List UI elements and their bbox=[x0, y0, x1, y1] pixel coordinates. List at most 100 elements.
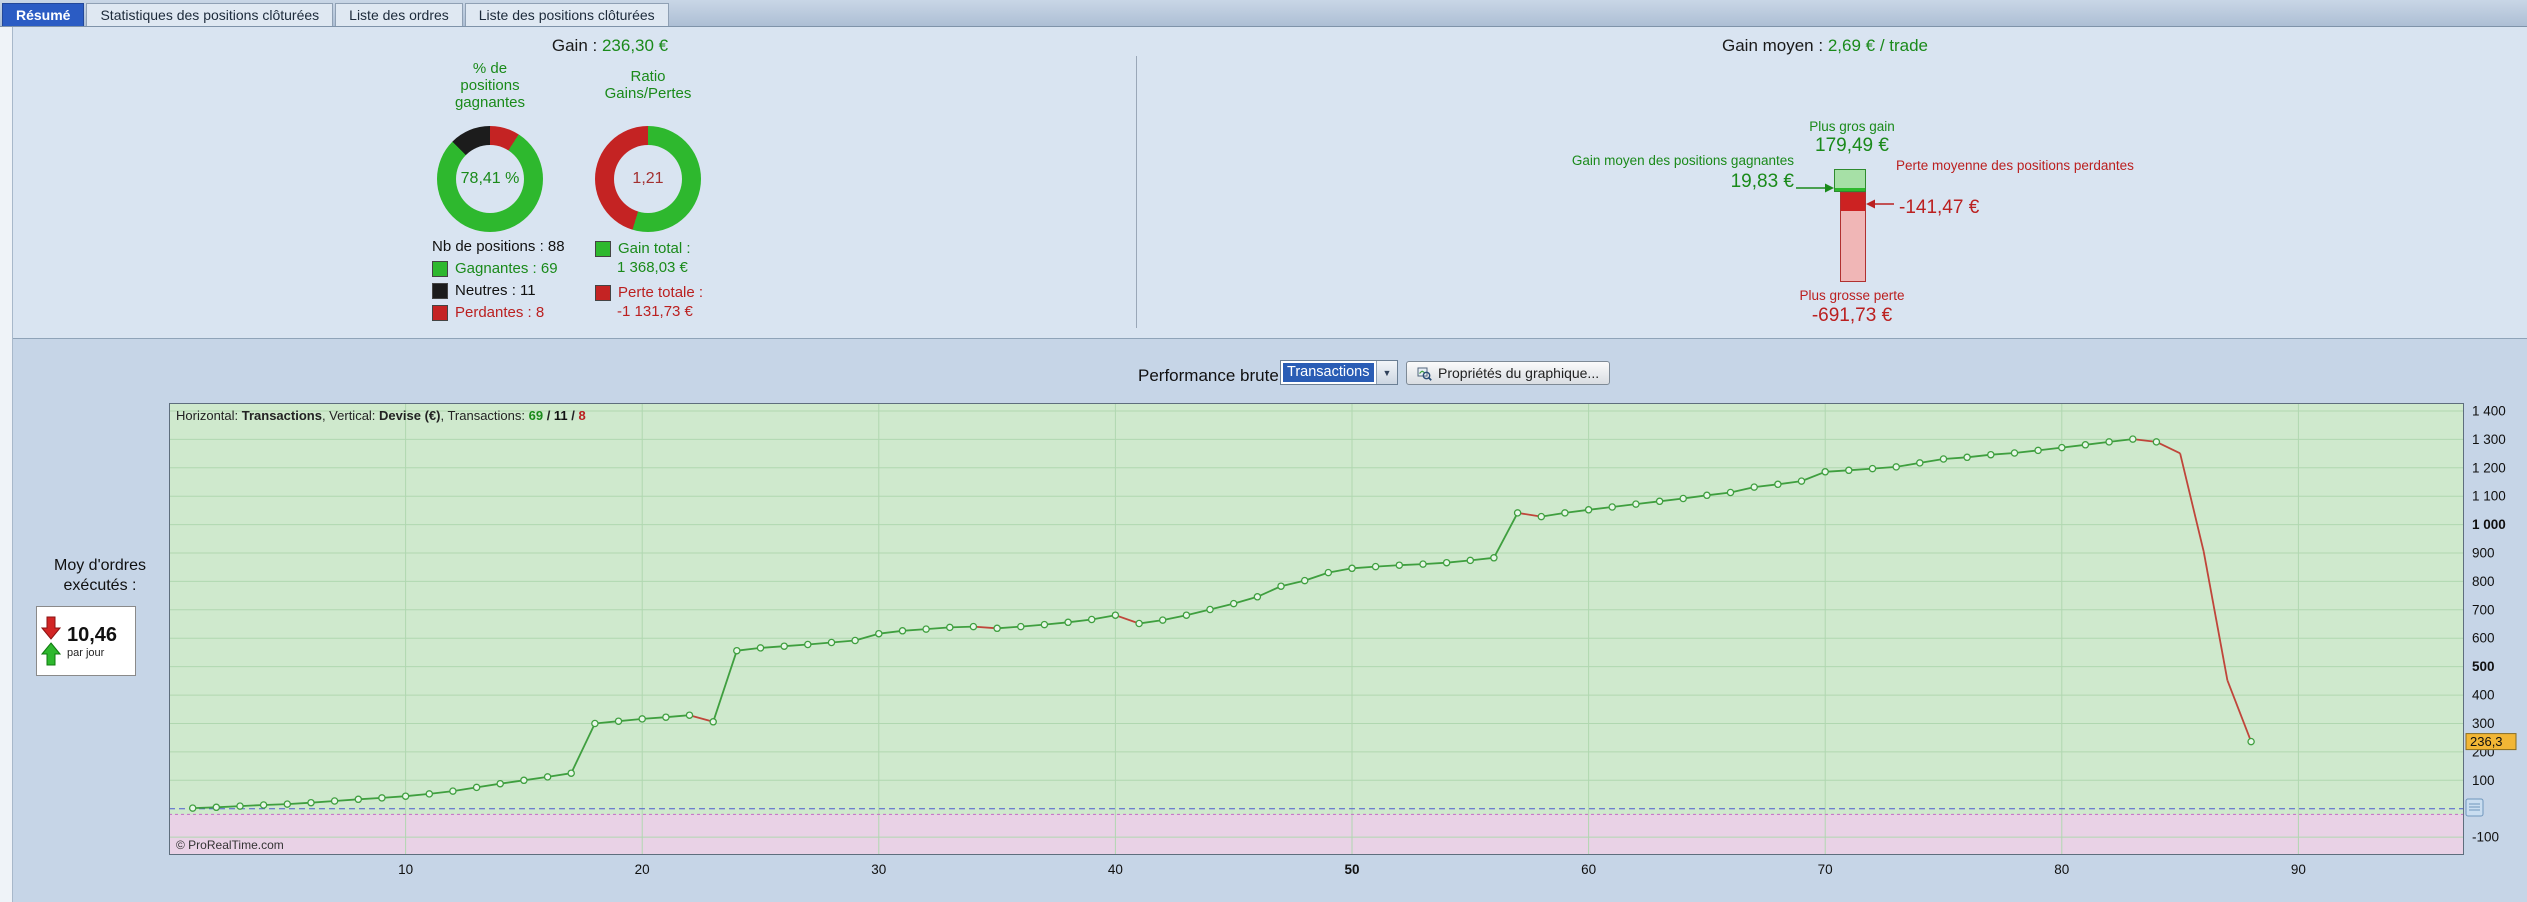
svg-text:60: 60 bbox=[1581, 862, 1596, 877]
avg-gain-strip bbox=[1835, 188, 1865, 191]
win-rate-donut: 78,41 % bbox=[437, 126, 543, 232]
svg-text:-100: -100 bbox=[2472, 830, 2499, 845]
total-gain-value: 1 368,03 € bbox=[617, 259, 688, 276]
chart-mode-select[interactable]: Transactions ▼ bbox=[1280, 360, 1398, 385]
tab-closed-positions-statistics[interactable]: Statistiques des positions clôturées bbox=[86, 3, 334, 26]
svg-text:70: 70 bbox=[1818, 862, 1833, 877]
svg-text:236,3: 236,3 bbox=[2470, 734, 2503, 749]
chart-info-part: , Vertical: bbox=[321, 408, 380, 423]
neutral-color-swatch bbox=[432, 282, 448, 299]
svg-text:1 400: 1 400 bbox=[2472, 404, 2506, 419]
average-gain-line: Gain moyen : 2,69 € / trade bbox=[1615, 36, 2035, 56]
chart-info-part: Devise (€) bbox=[379, 408, 441, 423]
avg-loss-label: Perte moyenne des positions perdantes bbox=[1896, 158, 2134, 173]
tab-resume[interactable]: Résumé bbox=[2, 3, 85, 26]
performance-chart[interactable]: 1 400 1 300 1 200 1 100 1 000 900 800 700 600 500… bbox=[169, 403, 2527, 883]
orders-rate-box: 10,46 par jour bbox=[36, 606, 136, 676]
total-loss-value: -1 131,73 € bbox=[617, 303, 693, 320]
stats-divider bbox=[1136, 56, 1137, 328]
svg-text:30: 30 bbox=[871, 862, 886, 877]
chart-info-part: Transactions bbox=[241, 408, 322, 423]
max-loss-value: -691,73 € bbox=[1811, 305, 1893, 326]
legend-item-losers: Perdantes : 8 bbox=[432, 304, 565, 321]
chart-properties-label: Propriétés du graphique... bbox=[1438, 365, 1600, 381]
average-gain-label: Gain moyen : bbox=[1721, 36, 1824, 55]
svg-text:1 300: 1 300 bbox=[2472, 432, 2506, 447]
svg-text:600: 600 bbox=[2472, 631, 2495, 646]
total-gain-label: Gain total : bbox=[618, 240, 691, 257]
chart-info-part: Horizontal: bbox=[176, 408, 242, 423]
svg-text:1 100: 1 100 bbox=[2472, 489, 2506, 504]
avg-win-value: 19,83 € bbox=[1730, 171, 1794, 192]
svg-text:400: 400 bbox=[2472, 688, 2495, 703]
max-loss-label: Plus grosse perte bbox=[1799, 288, 1905, 303]
losers-color-swatch bbox=[432, 304, 448, 321]
gain-line: Gain : 236,30 € bbox=[410, 36, 810, 56]
chart-info-part: , Transactions: bbox=[440, 408, 529, 423]
neutral-label: Neutres : 11 bbox=[455, 282, 536, 299]
svg-text:10: 10 bbox=[398, 862, 413, 877]
average-gain-value: 2,69 € / trade bbox=[1827, 36, 1929, 55]
gain-value: 236,30 € bbox=[601, 36, 669, 55]
chart-properties-button[interactable]: Propriétés du graphique... bbox=[1406, 361, 1611, 385]
avg-loss-strip bbox=[1841, 193, 1865, 211]
totals-legend: Gain total : 1 368,03 € Perte totale : -… bbox=[595, 238, 703, 328]
max-gain-bar bbox=[1834, 169, 1866, 192]
max-loss-bar bbox=[1840, 192, 1866, 282]
svg-text:900: 900 bbox=[2472, 546, 2495, 561]
avg-win-label: Gain moyen des positions gagnantes bbox=[1571, 153, 1794, 168]
win-rate-value: 78,41 % bbox=[460, 170, 520, 187]
magnifier-icon bbox=[1417, 367, 1432, 381]
win-donut-title: % de positions gagnantes bbox=[454, 60, 526, 111]
svg-text:80: 80 bbox=[2054, 862, 2069, 877]
tab-bar: Résumé Statistiques des positions clôtur… bbox=[0, 0, 2527, 27]
tab-orders-list[interactable]: Liste des ordres bbox=[335, 3, 463, 26]
total-loss-label: Perte totale : bbox=[618, 284, 704, 301]
winners-color-swatch bbox=[432, 260, 448, 277]
left-edge-panel bbox=[0, 27, 13, 902]
avg-loss-value: -141,47 € bbox=[1899, 197, 1980, 218]
ratio-donut-title: Ratio Gains/Pertes bbox=[604, 68, 692, 102]
positions-legend: Nb de positions : 88 Gagnantes : 69 Neut… bbox=[432, 238, 565, 321]
svg-text:100: 100 bbox=[2472, 773, 2495, 788]
svg-text:1 200: 1 200 bbox=[2472, 460, 2506, 475]
chart-info-part: / bbox=[567, 408, 579, 423]
gain-arrow-icon bbox=[1796, 183, 1834, 193]
total-gain-swatch bbox=[595, 240, 611, 257]
chart-copyright: © ProRealTime.com bbox=[176, 838, 284, 852]
svg-text:300: 300 bbox=[2472, 716, 2495, 731]
total-loss-swatch bbox=[595, 284, 611, 301]
orders-rate-value: 10,46 bbox=[67, 623, 118, 646]
losers-label: Perdantes : 8 bbox=[455, 304, 545, 321]
summary-stats-panel: Gain : 236,30 € % de positions gagnantes… bbox=[13, 27, 2527, 339]
ratio-value: 1,21 bbox=[632, 170, 664, 187]
gain-label: Gain : bbox=[551, 36, 598, 55]
chevron-down-icon[interactable]: ▼ bbox=[1376, 361, 1397, 384]
legend-item-winners: Gagnantes : 69 bbox=[432, 260, 565, 277]
max-gain-label: Plus gros gain bbox=[1809, 119, 1895, 134]
svg-text:500: 500 bbox=[2472, 659, 2495, 674]
legend-item-neutral: Neutres : 11 bbox=[432, 282, 565, 299]
chart-info-part: 8 bbox=[578, 408, 586, 423]
chart-info-part: / bbox=[543, 408, 554, 423]
chart-info-line: Horizontal: Transactions, Vertical: Devi… bbox=[176, 408, 586, 423]
svg-text:50: 50 bbox=[1344, 862, 1359, 877]
positions-total: Nb de positions : 88 bbox=[432, 238, 565, 255]
prorealtime-statistics-window: { "colors": {"accent_blue": "#2b5cc4", "… bbox=[0, 0, 2527, 902]
chart-mode-selected-value[interactable]: Transactions bbox=[1283, 363, 1374, 382]
svg-text:1 000: 1 000 bbox=[2472, 517, 2506, 532]
svg-text:700: 700 bbox=[2472, 602, 2495, 617]
chart-info-part: 11 bbox=[553, 408, 568, 423]
tab-closed-positions-list[interactable]: Liste des positions clôturées bbox=[464, 3, 669, 26]
orders-rate-label: Moy d'ordres exécutés : bbox=[54, 557, 146, 594]
up-arrow-icon bbox=[41, 642, 61, 666]
orders-rate-unit: par jour bbox=[67, 646, 105, 659]
loss-arrow-icon bbox=[1866, 199, 1894, 209]
svg-text:800: 800 bbox=[2472, 574, 2495, 589]
svg-text:40: 40 bbox=[1108, 862, 1123, 877]
performance-title: Performance brute bbox=[1138, 366, 1279, 385]
svg-text:20: 20 bbox=[635, 862, 650, 877]
chart-info-part: 69 bbox=[528, 408, 544, 423]
svg-text:90: 90 bbox=[2291, 862, 2306, 877]
gain-loss-ratio-donut: 1,21 bbox=[595, 126, 701, 232]
